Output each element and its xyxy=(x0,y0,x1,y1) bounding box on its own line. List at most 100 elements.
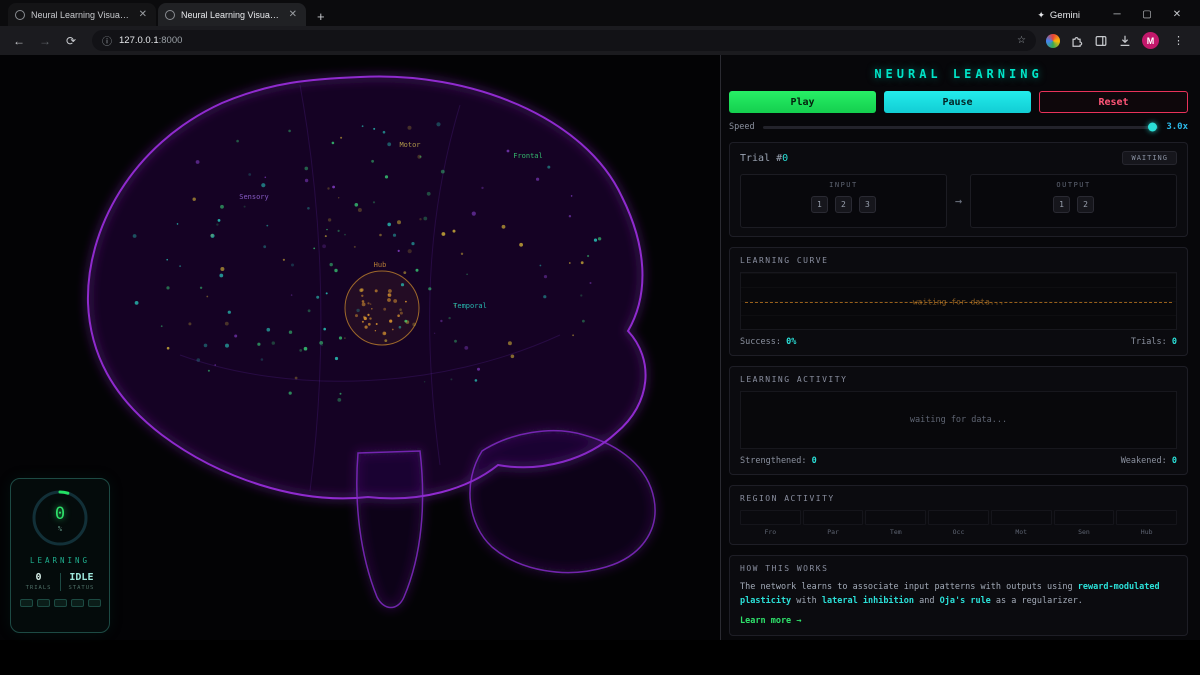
input-node-3[interactable]: 3 xyxy=(858,196,876,213)
forward-button[interactable]: → xyxy=(34,34,56,48)
hud-title: LEARNING xyxy=(29,556,91,565)
output-node-2[interactable]: 2 xyxy=(1077,196,1095,213)
learning-percent-unit: % xyxy=(57,524,63,533)
input-box: INPUT 1 2 3 xyxy=(740,174,947,228)
url-text: 127.0.0.1:8000 xyxy=(119,35,183,46)
learning-gauge: 0 % xyxy=(29,487,91,549)
gemini-sparkle-icon: ✦ xyxy=(1037,10,1045,20)
activity-placeholder-text: waiting for data... xyxy=(909,415,1008,425)
gemini-label: Gemini xyxy=(1049,10,1080,21)
toolbar-icons: M ⋮ xyxy=(1046,32,1188,49)
trial-card: Trial #0 WAITING INPUT 1 2 3 → OUTPUT 1 xyxy=(729,142,1188,237)
learn-more-link[interactable]: Learn more → xyxy=(740,616,801,626)
learning-curve-title: LEARNING CURVE xyxy=(740,256,829,265)
region-bar-tem xyxy=(865,510,927,525)
term-oja-rule: Oja's rule xyxy=(939,596,991,607)
brain-region-label: Frontal xyxy=(513,152,543,160)
status-value: IDLE xyxy=(69,572,94,583)
region-bar-par xyxy=(802,510,864,525)
browser-tab-active[interactable]: Neural Learning Visualization ✕ xyxy=(158,3,306,26)
tab-favicon-icon xyxy=(165,9,175,20)
trials-label: TRIALS xyxy=(25,585,52,591)
learning-activity-card: LEARNING ACTIVITY waiting for data... St… xyxy=(729,366,1188,475)
io-arrow-icon: → xyxy=(954,194,963,208)
gemini-button[interactable]: ✦ Gemini xyxy=(1037,10,1080,21)
browser-menu-icon[interactable]: ⋮ xyxy=(1169,34,1188,47)
trial-status-badge: WAITING xyxy=(1122,151,1177,165)
status-label: STATUS xyxy=(68,585,95,591)
input-node-2[interactable]: 2 xyxy=(834,196,852,213)
how-this-works-card: HOW THIS WORKS The network learns to ass… xyxy=(729,555,1188,637)
play-button[interactable]: Play xyxy=(729,91,876,113)
stats-divider xyxy=(59,572,61,591)
tab-title: Neural Learning Visualization xyxy=(31,9,131,20)
learning-curve-card: LEARNING CURVE waiting for data... Succe… xyxy=(729,247,1188,356)
region-activity-card: REGION ACTIVITY Fro Par Tem Occ Mot Sen … xyxy=(729,485,1188,545)
region-label: Mot xyxy=(1015,528,1028,536)
learning-activity-title: LEARNING ACTIVITY xyxy=(740,375,848,384)
region-label: Tem xyxy=(889,528,902,536)
learning-percent-value: 0 xyxy=(54,503,66,524)
curve-placeholder-text: waiting for data... xyxy=(912,297,1005,307)
trial-label: Trial #0 xyxy=(740,152,789,164)
brain-region-label: Temporal xyxy=(453,302,487,310)
region-bars: Fro Par Tem Occ Mot Sen Hub xyxy=(740,510,1178,536)
tab-close-icon[interactable]: ✕ xyxy=(287,9,299,20)
side-panel-icon[interactable] xyxy=(1094,34,1108,48)
trials-footer-value: 0 xyxy=(1171,337,1177,347)
site-info-icon[interactable]: ⓘ xyxy=(102,33,112,48)
profile-avatar[interactable]: M xyxy=(1142,32,1159,49)
close-window-button[interactable]: ✕ xyxy=(1162,9,1192,26)
speed-control: Speed 3.0x xyxy=(729,122,1188,132)
region-bar-occ xyxy=(928,510,989,525)
download-icon[interactable] xyxy=(1118,34,1132,48)
minimize-button[interactable]: ─ xyxy=(1102,9,1132,26)
trials-count: 0 xyxy=(35,572,42,583)
brain-region-label: Sensory xyxy=(239,193,269,201)
speed-slider[interactable] xyxy=(762,122,1159,132)
region-bar-fro xyxy=(740,510,801,525)
progress-cell xyxy=(19,599,33,607)
tab-close-icon[interactable]: ✕ xyxy=(137,9,149,20)
pause-button[interactable]: Pause xyxy=(884,91,1031,113)
input-label: INPUT xyxy=(829,181,858,189)
browser-tab-inactive[interactable]: Neural Learning Visualization ✕ xyxy=(8,3,156,26)
color-wheel-icon[interactable] xyxy=(1046,33,1060,48)
tab-favicon-icon xyxy=(15,9,25,20)
region-bar-sen xyxy=(1053,510,1115,525)
maximize-button[interactable]: ▢ xyxy=(1132,9,1162,26)
region-label: Hub xyxy=(1140,528,1153,536)
back-button[interactable]: ← xyxy=(8,34,30,48)
reset-button[interactable]: Reset xyxy=(1039,91,1188,113)
new-tab-button[interactable]: + xyxy=(308,9,334,26)
region-label: Fro xyxy=(764,528,777,536)
how-this-works-text: The network learns to associate input pa… xyxy=(740,582,1160,607)
page-content: Motor Frontal Sensory Hub Temporal 0 % LEARN… xyxy=(0,55,1200,640)
learning-curve-chart: waiting for data... xyxy=(740,272,1177,330)
tab-strip: Neural Learning Visualization ✕ Neural L… xyxy=(0,0,1200,26)
weakened-label: Weakened: xyxy=(1120,456,1167,466)
region-label: Sen xyxy=(1078,528,1090,536)
hud-progress-cells xyxy=(19,599,101,607)
input-node-1[interactable]: 1 xyxy=(810,196,828,213)
tab-title: Neural Learning Visualization xyxy=(181,9,281,20)
speed-slider-knob[interactable] xyxy=(1148,122,1158,132)
region-label: Occ xyxy=(952,528,965,536)
output-node-1[interactable]: 1 xyxy=(1053,196,1071,213)
address-bar[interactable]: ⓘ 127.0.0.1:8000 ☆ xyxy=(92,30,1036,51)
brain-visualization[interactable]: Motor Frontal Sensory Hub Temporal 0 % LEARN… xyxy=(0,55,721,640)
region-bar-hub xyxy=(1116,510,1178,525)
strengthened-label: Strengthened: xyxy=(740,456,807,466)
brain-region-label: Hub xyxy=(374,261,387,269)
hud-stats: 0 TRIALS IDLE STATUS xyxy=(26,572,95,591)
progress-cell xyxy=(53,599,67,607)
speed-value: 3.0x xyxy=(1166,122,1188,132)
progress-cell xyxy=(70,599,84,607)
bookmark-star-icon[interactable]: ☆ xyxy=(1017,35,1026,46)
how-this-works-title: HOW THIS WORKS xyxy=(740,564,829,573)
extensions-icon[interactable] xyxy=(1070,34,1084,48)
output-box: OUTPUT 1 2 xyxy=(970,174,1178,228)
reload-button[interactable]: ⟳ xyxy=(60,34,82,48)
trial-number: 0 xyxy=(782,152,789,164)
hub-highlight-ring xyxy=(344,270,420,346)
